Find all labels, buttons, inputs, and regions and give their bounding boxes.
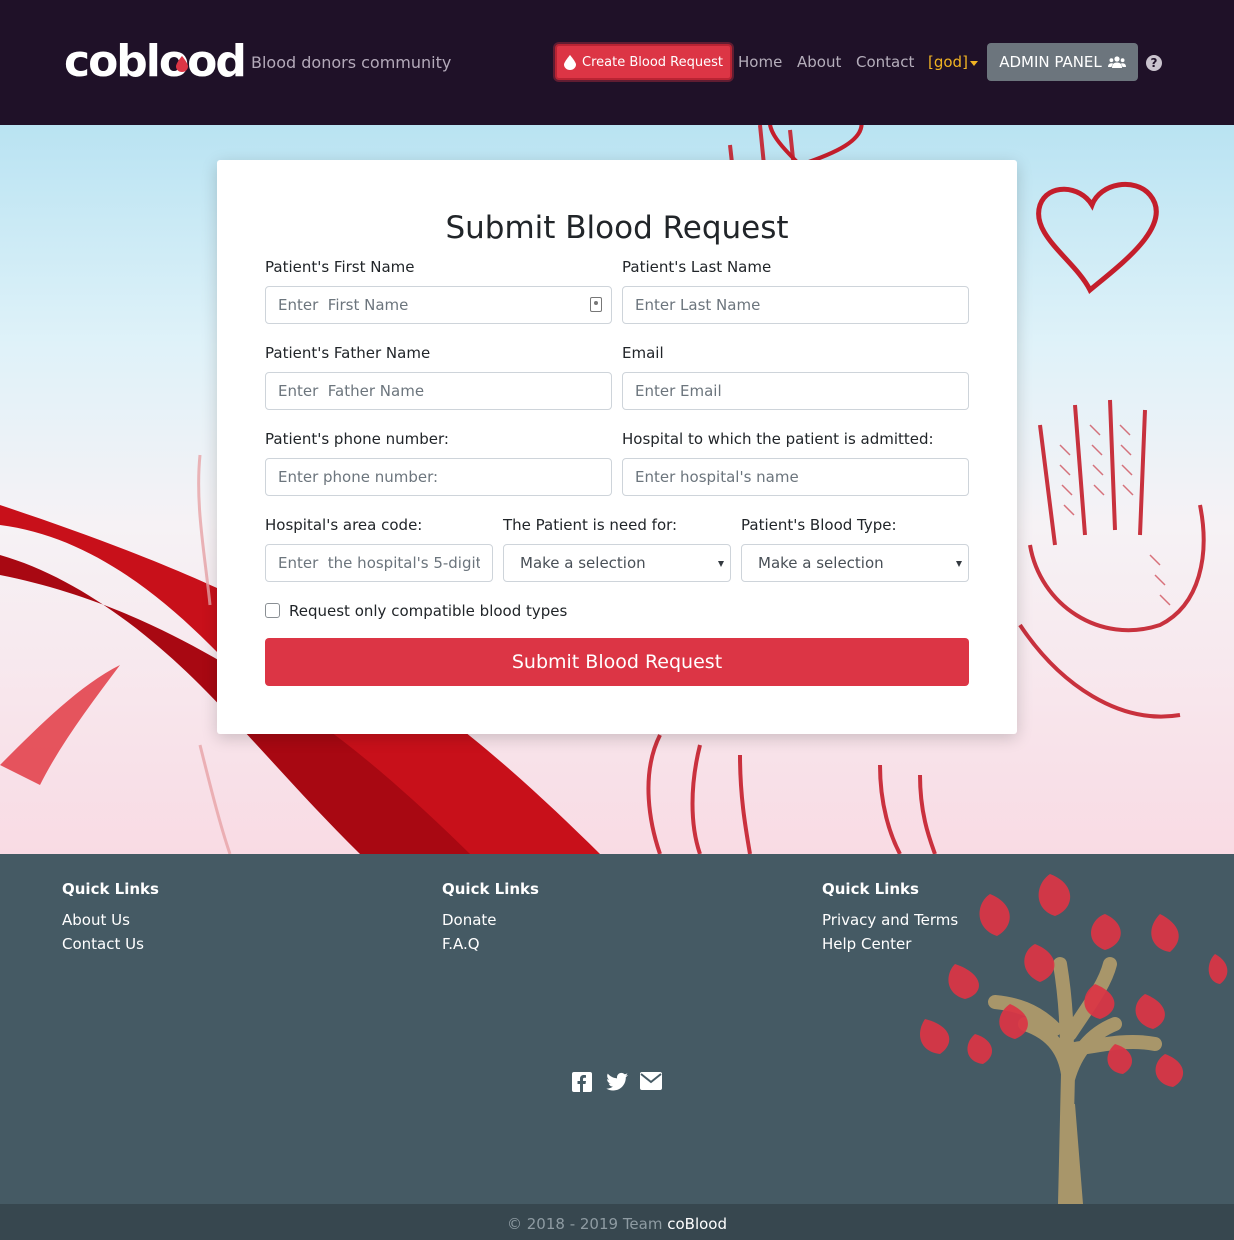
compatible-types-checkbox[interactable] [265, 603, 280, 618]
logo-text: coblood [64, 36, 247, 87]
create-blood-request-label: Create Blood Request [582, 54, 723, 70]
blood-request-form: Submit Blood Request Patient's First Nam… [217, 160, 1017, 734]
facebook-icon[interactable] [572, 1072, 594, 1092]
footer-column-title: Quick Links [62, 880, 159, 898]
first-name-label: Patient's First Name [265, 258, 415, 276]
father-name-label: Patient's Father Name [265, 344, 431, 362]
create-blood-request-button[interactable]: Create Blood Request [555, 44, 732, 80]
help-icon[interactable]: ? [1146, 55, 1162, 71]
copyright-brand-link[interactable]: coBlood [667, 1215, 727, 1233]
blood-type-label: Patient's Blood Type: [741, 516, 897, 534]
users-icon [1107, 56, 1126, 68]
blood-drop-icon [176, 56, 188, 72]
blood-drop-icon [564, 54, 577, 70]
hospital-input[interactable] [622, 458, 969, 496]
blood-type-select[interactable]: Make a selection [741, 544, 969, 582]
footer-column-title: Quick Links [442, 880, 539, 898]
tree-illustration [920, 874, 1228, 1204]
footer-column-3: Quick Links Privacy and Terms Help Cente… [822, 880, 958, 956]
envelope-icon[interactable] [640, 1072, 662, 1092]
copyright-text: © 2018 - 2019 Team [506, 1215, 663, 1233]
caret-down-icon [718, 561, 724, 567]
logo[interactable]: coblood [64, 36, 247, 88]
blood-type-selected-value: Make a selection [758, 554, 884, 572]
nav-contact-link[interactable]: Contact [856, 53, 914, 71]
nav-about-link[interactable]: About [797, 53, 841, 71]
footer-link-about-us[interactable]: About Us [62, 908, 159, 932]
need-for-selected-value: Make a selection [520, 554, 646, 572]
email-input[interactable] [622, 372, 969, 410]
footer-link-privacy-terms[interactable]: Privacy and Terms [822, 908, 958, 932]
submit-blood-request-button[interactable]: Submit Blood Request [265, 638, 969, 686]
footer-link-faq[interactable]: F.A.Q [442, 932, 539, 956]
footer-column-1: Quick Links About Us Contact Us [62, 880, 159, 956]
admin-panel-button[interactable]: ADMIN PANEL [987, 43, 1138, 81]
user-dropdown-toggle[interactable]: [god] [928, 53, 968, 71]
footer-column-2: Quick Links Donate F.A.Q [442, 880, 539, 956]
tagline: Blood donors community [251, 53, 452, 72]
footer: Quick Links About Us Contact Us Quick Li… [0, 854, 1234, 1204]
father-name-input[interactable] [265, 372, 612, 410]
need-for-select[interactable]: Make a selection [503, 544, 731, 582]
social-links [572, 1072, 662, 1092]
last-name-input[interactable] [622, 286, 969, 324]
phone-label: Patient's phone number: [265, 430, 449, 448]
footer-column-title: Quick Links [822, 880, 919, 898]
twitter-icon[interactable] [606, 1072, 628, 1092]
contact-card-icon[interactable] [590, 297, 602, 312]
form-title: Submit Blood Request [445, 210, 789, 246]
email-label: Email [622, 344, 664, 362]
footer-link-help-center[interactable]: Help Center [822, 932, 958, 956]
compatible-types-label[interactable]: Request only compatible blood types [289, 602, 567, 620]
first-name-input[interactable] [265, 286, 612, 324]
caret-down-icon [970, 61, 978, 66]
nav-home-link[interactable]: Home [738, 53, 782, 71]
need-for-label: The Patient is need for: [503, 516, 678, 534]
footer-link-donate[interactable]: Donate [442, 908, 539, 932]
footer-link-contact-us[interactable]: Contact Us [62, 932, 159, 956]
navbar: coblood Blood donors community Create Bl… [0, 0, 1234, 125]
area-code-label: Hospital's area code: [265, 516, 423, 534]
copyright-bar: © 2018 - 2019 Team coBlood [0, 1204, 1234, 1240]
caret-down-icon [956, 561, 962, 567]
area-code-input[interactable] [265, 544, 493, 582]
phone-input[interactable] [265, 458, 612, 496]
hospital-label: Hospital to which the patient is admitte… [622, 430, 934, 448]
last-name-label: Patient's Last Name [622, 258, 772, 276]
admin-panel-label: ADMIN PANEL [999, 53, 1102, 71]
